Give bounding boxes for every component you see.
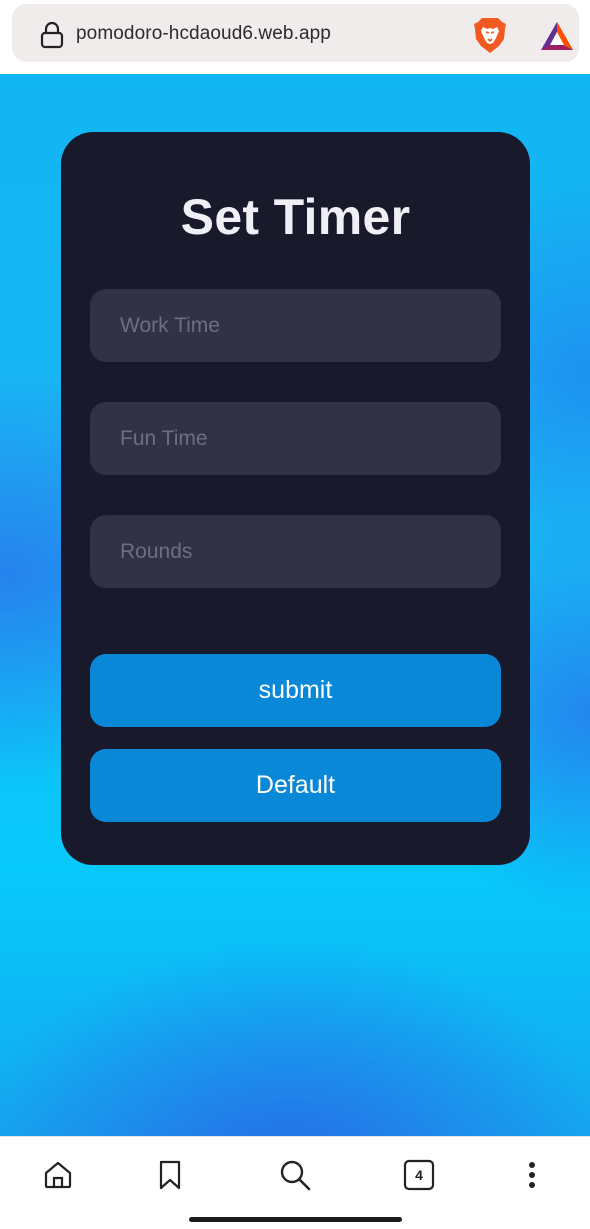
lock-icon[interactable]	[40, 21, 64, 49]
work-time-input[interactable]	[90, 289, 501, 362]
home-icon	[44, 1161, 72, 1189]
url-text[interactable]: pomodoro-hcdaoud6.web.app	[76, 23, 331, 45]
search-icon	[280, 1160, 311, 1191]
bookmarks-button[interactable]	[150, 1155, 190, 1195]
brave-lion-icon[interactable]	[473, 16, 507, 54]
bookmark-icon	[159, 1160, 181, 1190]
page-background: Set Timer submit Default	[0, 74, 590, 1136]
tab-count-badge: 4	[415, 1167, 423, 1183]
tabs-button[interactable]: 4	[399, 1155, 439, 1195]
fun-time-input[interactable]	[90, 402, 501, 475]
bottom-navigation-bar: 4	[0, 1136, 590, 1229]
more-menu-button[interactable]	[512, 1155, 552, 1195]
bat-rewards-icon[interactable]	[539, 20, 575, 52]
home-indicator-bar[interactable]	[189, 1217, 402, 1222]
search-button[interactable]	[275, 1155, 315, 1195]
submit-button[interactable]: submit	[90, 654, 501, 727]
address-bar[interactable]: pomodoro-hcdaoud6.web.app	[12, 4, 579, 62]
browser-toolbar: pomodoro-hcdaoud6.web.app	[0, 0, 590, 74]
home-button[interactable]	[38, 1155, 78, 1195]
default-button[interactable]: Default	[90, 749, 501, 822]
more-menu-icon	[529, 1162, 535, 1188]
set-timer-card: Set Timer submit Default	[61, 132, 530, 865]
page-title: Set Timer	[180, 189, 411, 245]
rounds-input[interactable]	[90, 515, 501, 588]
